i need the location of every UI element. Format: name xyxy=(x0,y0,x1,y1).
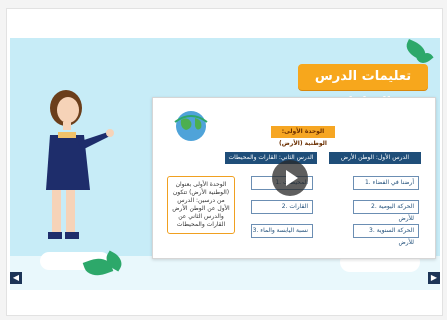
globe-icon xyxy=(174,111,208,141)
map-left-branch: الدرس الثاني: القارات والمحيطات xyxy=(225,152,317,164)
presenter-character xyxy=(46,90,114,239)
map-root-node: الوحدة الأولى: الوطنية (الأرض) xyxy=(271,126,335,147)
play-button[interactable] xyxy=(272,160,308,196)
next-slide-button[interactable]: ▶ xyxy=(428,272,440,284)
lesson-title-banner: تعليمات الدرس التفاعلي xyxy=(298,64,428,110)
map-right-branch: الدرس الأول: الوطن الأرض xyxy=(329,152,421,164)
left-item-2: 2. القارات xyxy=(251,200,313,214)
right-item-3: 3. الحركة السنوية للأرض xyxy=(353,224,419,246)
left-item-3: 3. نسبة اليابسة والماء xyxy=(251,224,313,238)
right-item-1: 1. أرضنا في الفضاء xyxy=(353,176,419,190)
map-note: الوحدة الأولى بعنوان (الوطنية الأرض) تتك… xyxy=(167,176,235,234)
player-frame: تعليمات الدرس التفاعلي الوحدة الأولى: ال… xyxy=(0,0,447,320)
video-stage[interactable]: تعليمات الدرس التفاعلي الوحدة الأولى: ال… xyxy=(10,38,440,290)
prev-slide-button[interactable]: ◀ xyxy=(10,272,22,284)
right-item-2: 2. الحركة اليومية للأرض xyxy=(353,200,419,222)
